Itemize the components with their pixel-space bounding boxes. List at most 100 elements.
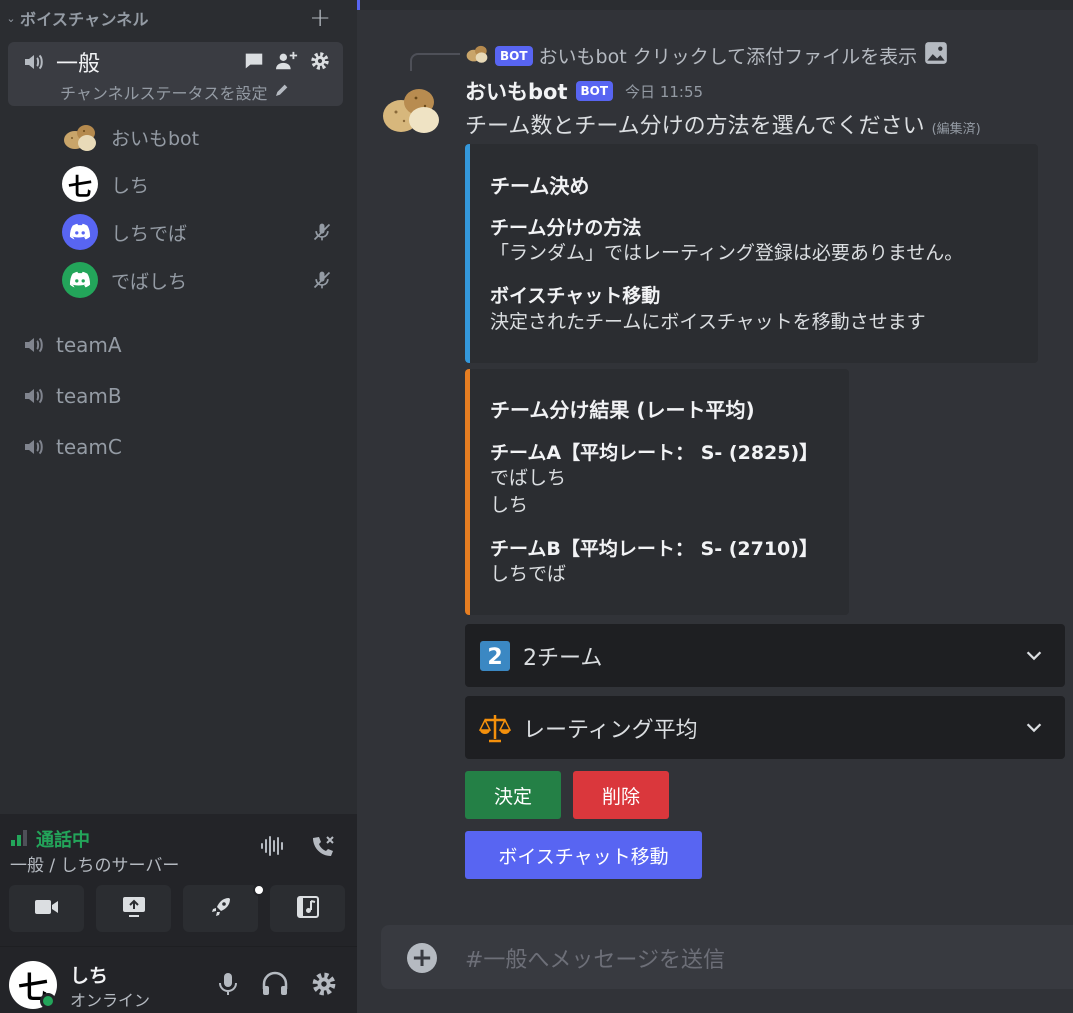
rocket-icon	[209, 895, 233, 923]
message-composer[interactable]: + #一般へメッセージを送信	[381, 925, 1073, 989]
camera-icon	[34, 897, 60, 921]
chevron-down-icon	[1023, 644, 1045, 670]
speaker-icon	[18, 432, 48, 462]
voice-location[interactable]: 一般 / しちのサーバー	[10, 851, 179, 876]
edited-label: (編集済)	[931, 122, 981, 137]
select-value: レーティング平均	[523, 717, 698, 743]
voice-connection-panel: 通話中 一般 / しちのサーバー	[0, 814, 357, 946]
chat-area: BOT おいもbot クリックして添付ファイルを表示 おいもbot BOT 今日…	[357, 0, 1073, 1013]
channel-sidebar: ⌄ ボイスチャンネル + 一般 チャンネルステータスを設定 おいもbot 七 し…	[0, 0, 357, 1013]
notification-dot	[253, 884, 265, 896]
keycap-2-icon: 2	[479, 640, 511, 672]
image-icon	[923, 40, 949, 71]
decide-button[interactable]: 決定	[465, 771, 561, 819]
soundboard-icon	[296, 895, 320, 923]
voice-status-label: 通話中	[36, 830, 90, 851]
pencil-icon	[274, 82, 290, 102]
camera-button[interactable]	[9, 885, 84, 932]
channel-name: 一般	[56, 52, 101, 77]
potato-avatar	[465, 42, 489, 69]
voice-category-header[interactable]: ⌄ ボイスチャンネル +	[0, 0, 357, 36]
embed-accent-bar	[465, 369, 470, 615]
team-method-select[interactable]: レーティング平均	[465, 696, 1065, 759]
channel-teamB[interactable]: teamB	[8, 378, 343, 414]
microphone-icon[interactable]	[217, 971, 239, 1001]
team-count-select[interactable]: 2 2チーム	[465, 624, 1065, 687]
avatar-glyph: 七	[68, 171, 92, 201]
voice-move-button[interactable]: ボイスチャット移動	[465, 831, 702, 879]
embed-field-value: 決定されたチームにボイスチャットを移動させます	[490, 311, 926, 333]
voice-user-name: しちでば	[111, 222, 188, 245]
message-author[interactable]: おいもbot	[465, 76, 568, 106]
top-divider	[357, 0, 1073, 10]
balance-scale-icon	[479, 712, 511, 744]
embed-field-name: チームA【平均レート： S- (2825)】	[490, 442, 819, 464]
mic-muted-icon	[312, 222, 332, 246]
embed-field-value: でばしち しち	[490, 467, 567, 516]
gear-icon[interactable]	[311, 971, 337, 1001]
voice-user[interactable]: でばしち	[62, 260, 342, 300]
invite-user-icon[interactable]	[275, 50, 299, 76]
speaker-icon	[18, 330, 48, 360]
embed-field-name: ボイスチャット移動	[490, 285, 661, 307]
reply-text: クリックして添付ファイルを表示	[632, 46, 918, 68]
soundboard-button[interactable]	[270, 885, 345, 932]
bot-tag: BOT	[575, 81, 614, 101]
discord-green-avatar	[62, 262, 98, 298]
delete-button[interactable]: 削除	[573, 771, 669, 819]
online-status-dot	[40, 993, 56, 1009]
chat-icon[interactable]	[243, 50, 265, 76]
signal-icon	[10, 828, 30, 851]
voice-status[interactable]: 通話中	[10, 826, 90, 852]
voice-user[interactable]: 七 しち	[62, 164, 342, 204]
potato-avatar	[62, 119, 98, 155]
screen-share-button[interactable]	[96, 885, 171, 932]
embed-field-name: チームB【平均レート： S- (2710)】	[490, 538, 818, 560]
shichi-avatar: 七	[62, 166, 98, 202]
bot-tag: BOT	[495, 45, 533, 66]
voice-user-name: しち	[111, 174, 150, 197]
gear-icon[interactable]	[309, 50, 331, 76]
channel-name: teamA	[56, 333, 122, 357]
noise-suppression-icon[interactable]	[259, 834, 287, 864]
speaker-icon	[18, 47, 48, 77]
voice-user[interactable]: しちでば	[62, 212, 342, 252]
disconnect-icon[interactable]	[309, 834, 337, 864]
svg-text:2: 2	[487, 645, 502, 670]
embed-field-name: チーム分けの方法	[490, 217, 642, 239]
embed-team-decision: チーム決め チーム分けの方法 「ランダム」ではレーティング登録は必要ありません。…	[465, 144, 1038, 363]
add-attachment-icon[interactable]: +	[407, 943, 437, 973]
voice-user[interactable]: おいもbot	[62, 117, 342, 157]
reply-connector	[410, 53, 460, 71]
channel-teamA[interactable]: teamA	[8, 327, 343, 363]
voice-user-name: でばしち	[111, 270, 188, 293]
user-name: しち	[70, 965, 109, 987]
message-input[interactable]: #一般へメッセージを送信	[465, 942, 725, 974]
category-label: ボイスチャンネル	[20, 10, 149, 29]
mic-muted-icon	[312, 270, 332, 294]
discord-blue-avatar	[62, 214, 98, 250]
reply-preview[interactable]: BOT おいもbot クリックして添付ファイルを表示	[465, 40, 949, 71]
potato-avatar[interactable]	[379, 78, 443, 142]
speaker-icon	[18, 381, 48, 411]
embed-accent-bar	[465, 144, 470, 363]
channel-name: teamC	[56, 435, 122, 459]
user-panel: 七 しち オンライン	[0, 946, 357, 1013]
embed-title: チーム決め	[490, 174, 590, 198]
voice-user-name: おいもbot	[111, 127, 200, 150]
channel-teamC[interactable]: teamC	[8, 429, 343, 465]
embed-title: チーム分け結果 (レート平均)	[490, 398, 755, 422]
activity-button[interactable]	[183, 884, 265, 932]
message-timestamp: 今日 11:55	[625, 82, 704, 101]
channel-general[interactable]: 一般 チャンネルステータスを設定	[8, 42, 343, 106]
channel-status-label: チャンネルステータスを設定	[60, 84, 268, 103]
embed-field-value: しちでば	[490, 563, 567, 585]
message-text: チーム数とチーム分けの方法を選んでください	[465, 114, 925, 139]
headphones-icon[interactable]	[261, 971, 289, 1001]
channel-name: teamB	[56, 384, 122, 408]
chevron-down-icon	[1023, 716, 1045, 742]
user-status: オンライン	[70, 991, 151, 1010]
add-channel-icon[interactable]: +	[309, 4, 331, 32]
channel-status-setter[interactable]: チャンネルステータスを設定	[60, 80, 290, 104]
embed-field-value: 「ランダム」ではレーティング登録は必要ありません。	[490, 242, 964, 264]
